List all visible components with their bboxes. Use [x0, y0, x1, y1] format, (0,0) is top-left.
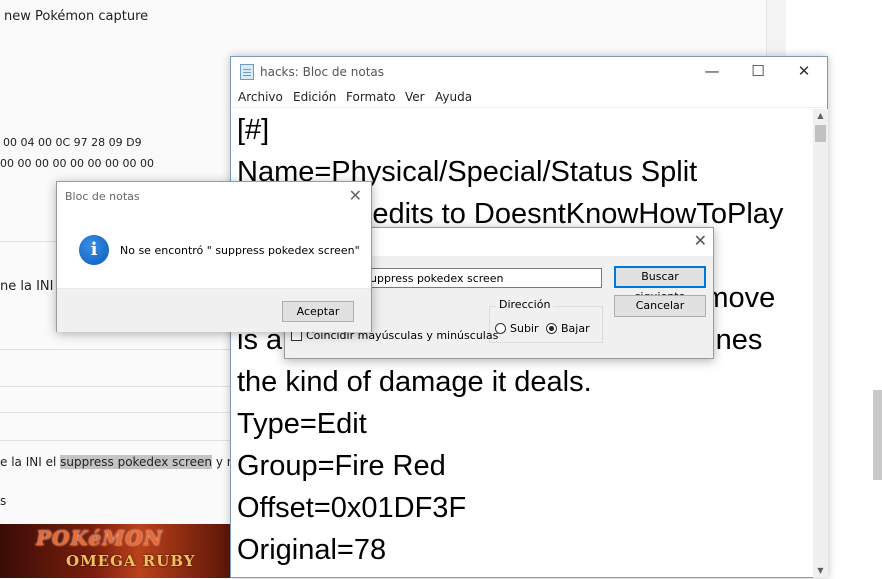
hex-line-2: 00 00 00 00 00 00 00 00 00 [0, 157, 154, 170]
divider [0, 412, 232, 413]
cancel-button[interactable]: Cancelar [614, 295, 706, 317]
pokemon-omega-ruby-banner[interactable]: POKéMON OMEGA RUBY [0, 524, 232, 578]
menu-ver[interactable]: Ver [405, 90, 425, 104]
text-line: Offset=0x01DF3F [237, 492, 467, 524]
direction-down-radio[interactable] [546, 323, 557, 334]
banner-title: POKéMON [36, 526, 163, 550]
menu-archivo[interactable]: Archivo [238, 90, 283, 104]
notepad-title: hacks: Bloc de notas [260, 65, 385, 79]
message-box: Bloc de notas ✕ i No se encontró " suppr… [56, 181, 372, 332]
direction-group: Dirección Subir Bajar [489, 298, 603, 343]
menu-formato[interactable]: Formato [346, 90, 396, 104]
hex-line-1: 00 04 00 0C 97 28 09 D9 [3, 136, 142, 149]
message-box-title: Bloc de notas [65, 190, 140, 203]
text-line: the kind of damage it deals. [237, 366, 592, 398]
find-close-button[interactable]: ✕ [694, 231, 707, 250]
edge-text: s [0, 494, 7, 508]
divider [0, 386, 232, 387]
right-scroll-thumb[interactable] [873, 390, 882, 480]
notepad-titlebar[interactable]: hacks: Bloc de notas — ☐ ✕ [231, 57, 827, 87]
info-icon: i [79, 235, 109, 265]
direction-up-label[interactable]: Subir [510, 322, 539, 335]
menu-bar: Archivo Edición Formato Ver Ayuda [231, 87, 827, 108]
text-line: Original=78 [237, 534, 387, 566]
message-box-close-button[interactable]: ✕ [349, 186, 362, 205]
find-what-input[interactable] [365, 268, 602, 288]
menu-ayuda[interactable]: Ayuda [435, 90, 472, 104]
message-text: No se encontró " suppress pokedex screen… [120, 244, 360, 257]
scroll-down-arrow-icon[interactable]: ▼ [813, 564, 828, 578]
text-line: Group=Fire Red [237, 450, 446, 482]
direction-label: Dirección [496, 298, 554, 311]
divider [0, 349, 232, 350]
minimize-button[interactable]: — [689, 57, 735, 87]
message-box-footer: Aceptar [57, 288, 371, 332]
search-result-snippet: e la INI el suppress pokedex screen y n [0, 455, 234, 469]
ok-button[interactable]: Aceptar [282, 301, 354, 322]
divider [0, 440, 232, 441]
notepad-icon [240, 64, 254, 80]
snippet-prefix: e la INI el [0, 455, 61, 469]
banner-subtitle: OMEGA RUBY [66, 552, 196, 570]
scroll-up-arrow-icon[interactable]: ▲ [813, 109, 828, 123]
find-next-button[interactable]: Buscar siguiente [614, 266, 706, 303]
text-line: Type=Edit [237, 408, 367, 440]
text-line: [#] [237, 114, 270, 146]
post-text-capture: new Pokémon capture [4, 9, 149, 24]
scroll-thumb[interactable] [815, 125, 826, 142]
direction-down-label[interactable]: Bajar [561, 322, 590, 335]
snippet-highlight: suppress pokedex screen [60, 455, 213, 469]
notepad-vertical-scrollbar[interactable]: ▲ ▼ [813, 109, 828, 578]
maximize-button[interactable]: ☐ [735, 57, 781, 87]
close-button[interactable]: ✕ [781, 57, 827, 87]
menu-edicion[interactable]: Edición [293, 90, 336, 104]
